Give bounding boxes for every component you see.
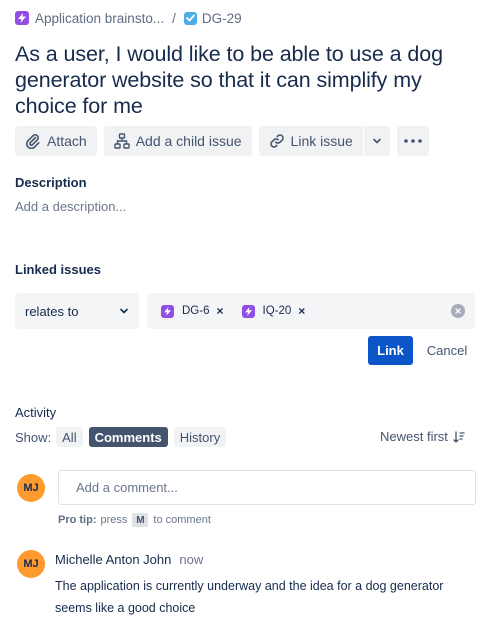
more-icon: [404, 139, 422, 143]
attach-button[interactable]: Attach: [15, 126, 97, 156]
clear-selection-icon[interactable]: [451, 304, 465, 318]
issue-title[interactable]: As a user, I would like to be able to us…: [15, 41, 475, 119]
epic-lightning-icon: [15, 11, 29, 25]
add-comment-input[interactable]: Add a comment...: [58, 470, 476, 505]
protip-label: Pro tip:: [58, 514, 97, 526]
comment-header: Michelle Anton John now: [55, 552, 203, 567]
relation-type-select[interactable]: relates to: [15, 293, 139, 329]
linked-issue-key: IQ-20: [262, 305, 292, 317]
linked-issues-heading: Linked issues: [15, 262, 101, 277]
sort-order-label: Newest first: [380, 429, 448, 444]
activity-filter-bar: Show: All Comments History: [15, 427, 232, 447]
issue-picker-field[interactable]: DG-6 × IQ-20 ×: [147, 293, 475, 329]
filter-comments-button[interactable]: Comments: [88, 427, 168, 447]
link-issue-dropdown[interactable]: [362, 126, 390, 156]
keyboard-key: M: [132, 513, 149, 527]
description-field[interactable]: Add a description...: [15, 199, 126, 214]
remove-chip-icon[interactable]: ×: [298, 304, 305, 318]
hierarchy-icon: [114, 133, 130, 149]
linked-issue-chip: IQ-20 ×: [241, 304, 305, 318]
cancel-button[interactable]: Cancel: [421, 336, 473, 365]
add-child-label: Add a child issue: [135, 133, 242, 149]
sort-descending-icon: [453, 430, 465, 443]
link-issue-button[interactable]: Link issue: [258, 126, 363, 156]
filter-history-button[interactable]: History: [173, 427, 227, 447]
comment-body: The application is currently underway an…: [55, 579, 444, 615]
breadcrumb: Application brainsto... / DG-29: [15, 9, 242, 27]
filter-all-button[interactable]: All: [56, 427, 83, 447]
avatar: MJ: [17, 474, 45, 502]
show-label: Show:: [15, 429, 52, 445]
protip-press: press: [100, 514, 128, 526]
linked-issue-key: DG-6: [182, 305, 210, 317]
epic-lightning-icon: [241, 304, 255, 318]
link-icon: [269, 134, 284, 148]
link-issue-label: Link issue: [290, 133, 353, 149]
remove-chip-icon[interactable]: ×: [216, 304, 223, 318]
sort-order-button[interactable]: Newest first: [380, 429, 465, 444]
avatar: MJ: [17, 550, 45, 578]
add-child-issue-button[interactable]: Add a child issue: [103, 126, 252, 156]
description-heading: Description: [15, 175, 87, 190]
comment-time[interactable]: now: [179, 552, 203, 567]
breadcrumb-parent-link[interactable]: Application brainsto...: [35, 11, 164, 26]
attach-label: Attach: [47, 133, 87, 149]
more-actions-button[interactable]: [396, 126, 429, 156]
link-button[interactable]: Link: [368, 336, 413, 365]
task-check-icon: [183, 11, 197, 25]
chevron-down-icon: [120, 308, 128, 314]
issue-toolbar: Attach Add a child issue Link issue: [15, 126, 429, 156]
chevron-down-icon: [373, 138, 381, 144]
comment-author[interactable]: Michelle Anton John: [55, 552, 171, 567]
relation-type-value: relates to: [25, 303, 79, 319]
epic-lightning-icon: [161, 304, 174, 318]
protip: Pro tip: press M to comment: [58, 513, 211, 527]
protip-suffix: to comment: [153, 514, 211, 526]
activity-heading: Activity: [15, 405, 57, 420]
breadcrumb-issue-key[interactable]: DG-29: [202, 11, 242, 26]
linked-issue-chip: DG-6 ×: [161, 304, 224, 318]
breadcrumb-separator: /: [172, 10, 176, 26]
link-issue-split-button: Link issue: [258, 126, 390, 156]
paperclip-icon: [25, 134, 40, 149]
